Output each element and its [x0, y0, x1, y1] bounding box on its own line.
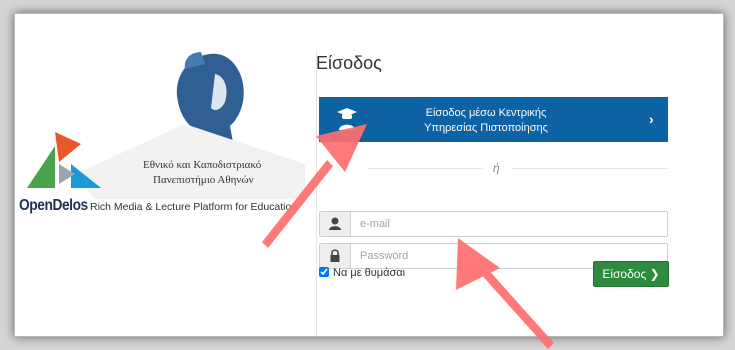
or-divider-right	[511, 168, 668, 169]
sso-label-line2: Υπηρεσίας Πιστοποίησης	[424, 122, 548, 134]
email-addon	[320, 212, 351, 236]
page-title: Είσοδος	[316, 53, 382, 73]
branding-panel: Εθνικό και Καποδιστριακό Πανεπιστήμιο Αθ…	[15, 14, 315, 336]
lock-icon	[330, 249, 340, 262]
or-separator: ή	[493, 161, 500, 175]
submit-button[interactable]: Είσοδος ❯	[593, 261, 669, 287]
platform-name: OpenDelos	[19, 197, 88, 214]
panel-divider	[316, 50, 317, 336]
sso-label-line1: Είσοδος μέσω Κεντρικής	[425, 107, 547, 119]
submit-label: Είσοδος	[602, 267, 647, 281]
graduation-cap-user-icon	[337, 108, 357, 130]
orange-triangle-icon	[55, 132, 81, 162]
remember-me-label: Να με θυμάσαι	[333, 267, 406, 279]
remember-me-checkbox[interactable]	[319, 267, 329, 277]
user-icon	[329, 217, 341, 230]
password-addon	[320, 244, 351, 268]
chevron-right-icon: ›	[649, 111, 654, 127]
platform-tagline: Rich Media & Lecture Platform for Educat…	[90, 201, 298, 213]
university-name-line1: Εθνικό και Καποδιστριακό	[143, 159, 262, 171]
email-input-group	[319, 211, 668, 237]
email-field[interactable]	[360, 212, 660, 236]
sso-label: Είσοδος μέσω Κεντρικής Υπηρεσίας Πιστοπο…	[386, 106, 586, 136]
green-triangle-icon	[27, 146, 55, 188]
remember-me[interactable]: Να με θυμάσαι	[319, 267, 405, 279]
chevron-right-icon: ❯	[649, 267, 660, 281]
or-divider-left	[368, 168, 483, 169]
university-name-line2: Πανεπιστήμιο Αθηνών	[153, 174, 254, 186]
